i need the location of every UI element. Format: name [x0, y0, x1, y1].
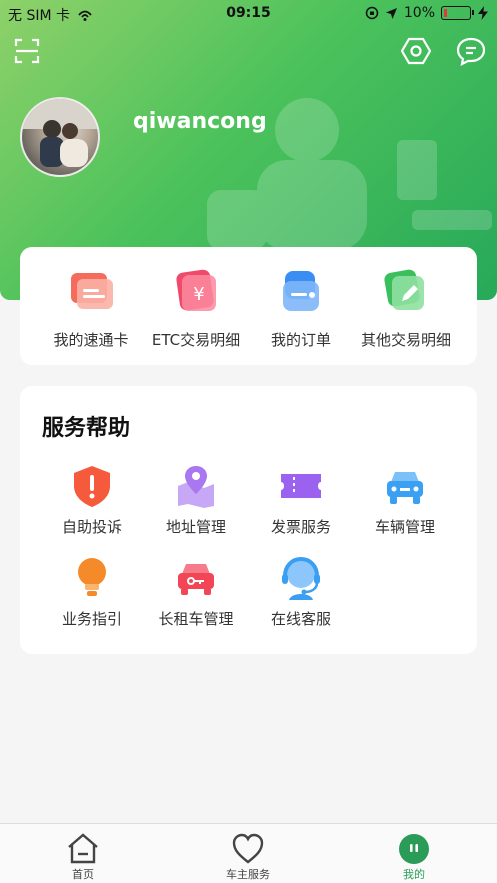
quick-action-label: 我的订单: [270, 331, 331, 349]
service-help-card: 服务帮助 自助投诉 地址管理 发票服务 车辆管理 业务指引 长租车管理 在线客服: [20, 386, 477, 654]
card-icon: [67, 267, 115, 315]
status-bar: 无 SIM 卡 09:15 10%: [0, 0, 497, 28]
battery-icon: [441, 6, 474, 20]
avatar-photo: [22, 99, 98, 167]
quick-action-etc-transactions[interactable]: ¥ ETC交易明细: [139, 267, 253, 350]
quick-action-label: ETC交易明细: [151, 331, 241, 349]
hexagon-settings-icon: [401, 37, 431, 65]
wallet-icon: [277, 267, 325, 315]
chat-bubble-icon: [456, 37, 486, 66]
quick-action-other-transactions[interactable]: 其他交易明细: [349, 267, 463, 350]
service-address-management[interactable]: 地址管理: [144, 464, 248, 537]
tab-me[interactable]: 我的: [354, 824, 474, 883]
yuan-icon: ¥: [172, 267, 220, 315]
battery-percent: 10%: [403, 5, 435, 21]
service-business-guide[interactable]: 业务指引: [40, 556, 144, 629]
service-label: 自助投诉: [61, 518, 122, 536]
tab-label: 车主服务: [226, 868, 270, 881]
service-invoice[interactable]: 发票服务: [249, 464, 353, 537]
tab-owner-services[interactable]: 车主服务: [188, 824, 308, 883]
messages-button[interactable]: [454, 34, 488, 68]
map-pin-icon: [174, 464, 218, 508]
heart-icon: [231, 832, 265, 866]
ticket-icon: [279, 464, 323, 508]
rotation-lock-icon: [365, 6, 379, 20]
car-icon: [383, 464, 427, 508]
service-label: 在线客服: [270, 610, 331, 628]
service-long-term-rental[interactable]: 长租车管理: [144, 556, 248, 629]
service-label: 地址管理: [165, 518, 226, 536]
username[interactable]: qiwancong: [133, 109, 267, 134]
service-online-support[interactable]: 在线客服: [249, 556, 353, 629]
svg-text:¥: ¥: [193, 284, 204, 305]
service-label: 长租车管理: [158, 610, 234, 628]
location-arrow-icon: [385, 7, 397, 19]
quick-actions-card: 我的速通卡 ¥ ETC交易明细 我的订单 其他交易明细: [20, 247, 477, 365]
edit-icon: [382, 267, 430, 315]
quick-action-speed-card[interactable]: 我的速通卡: [34, 267, 148, 350]
scan-icon: [14, 38, 40, 64]
tab-label: 我的: [403, 868, 425, 881]
service-self-complaint[interactable]: 自助投诉: [40, 464, 144, 537]
shield-alert-icon: [70, 464, 114, 508]
section-title: 服务帮助: [42, 416, 131, 441]
quick-action-label: 我的速通卡: [53, 331, 129, 349]
tab-label: 首页: [72, 868, 94, 881]
tab-home[interactable]: 首页: [23, 824, 143, 883]
service-label: 业务指引: [61, 610, 122, 628]
quick-action-my-orders[interactable]: 我的订单: [244, 267, 358, 350]
home-icon: [66, 832, 100, 866]
scan-button[interactable]: [10, 34, 44, 68]
bottom-tab-bar: 首页 车主服务 我的: [0, 823, 497, 883]
quick-action-label: 其他交易明细: [360, 331, 451, 349]
headset-icon: [279, 556, 323, 600]
service-label: 车辆管理: [374, 518, 435, 536]
service-vehicle-management[interactable]: 车辆管理: [353, 464, 457, 537]
charging-icon: [478, 6, 488, 20]
profile-icon: [397, 832, 431, 866]
settings-button[interactable]: [399, 34, 433, 68]
service-label: 发票服务: [270, 518, 331, 536]
avatar[interactable]: [20, 97, 100, 177]
rental-car-icon: [174, 556, 218, 600]
lightbulb-icon: [70, 556, 114, 600]
